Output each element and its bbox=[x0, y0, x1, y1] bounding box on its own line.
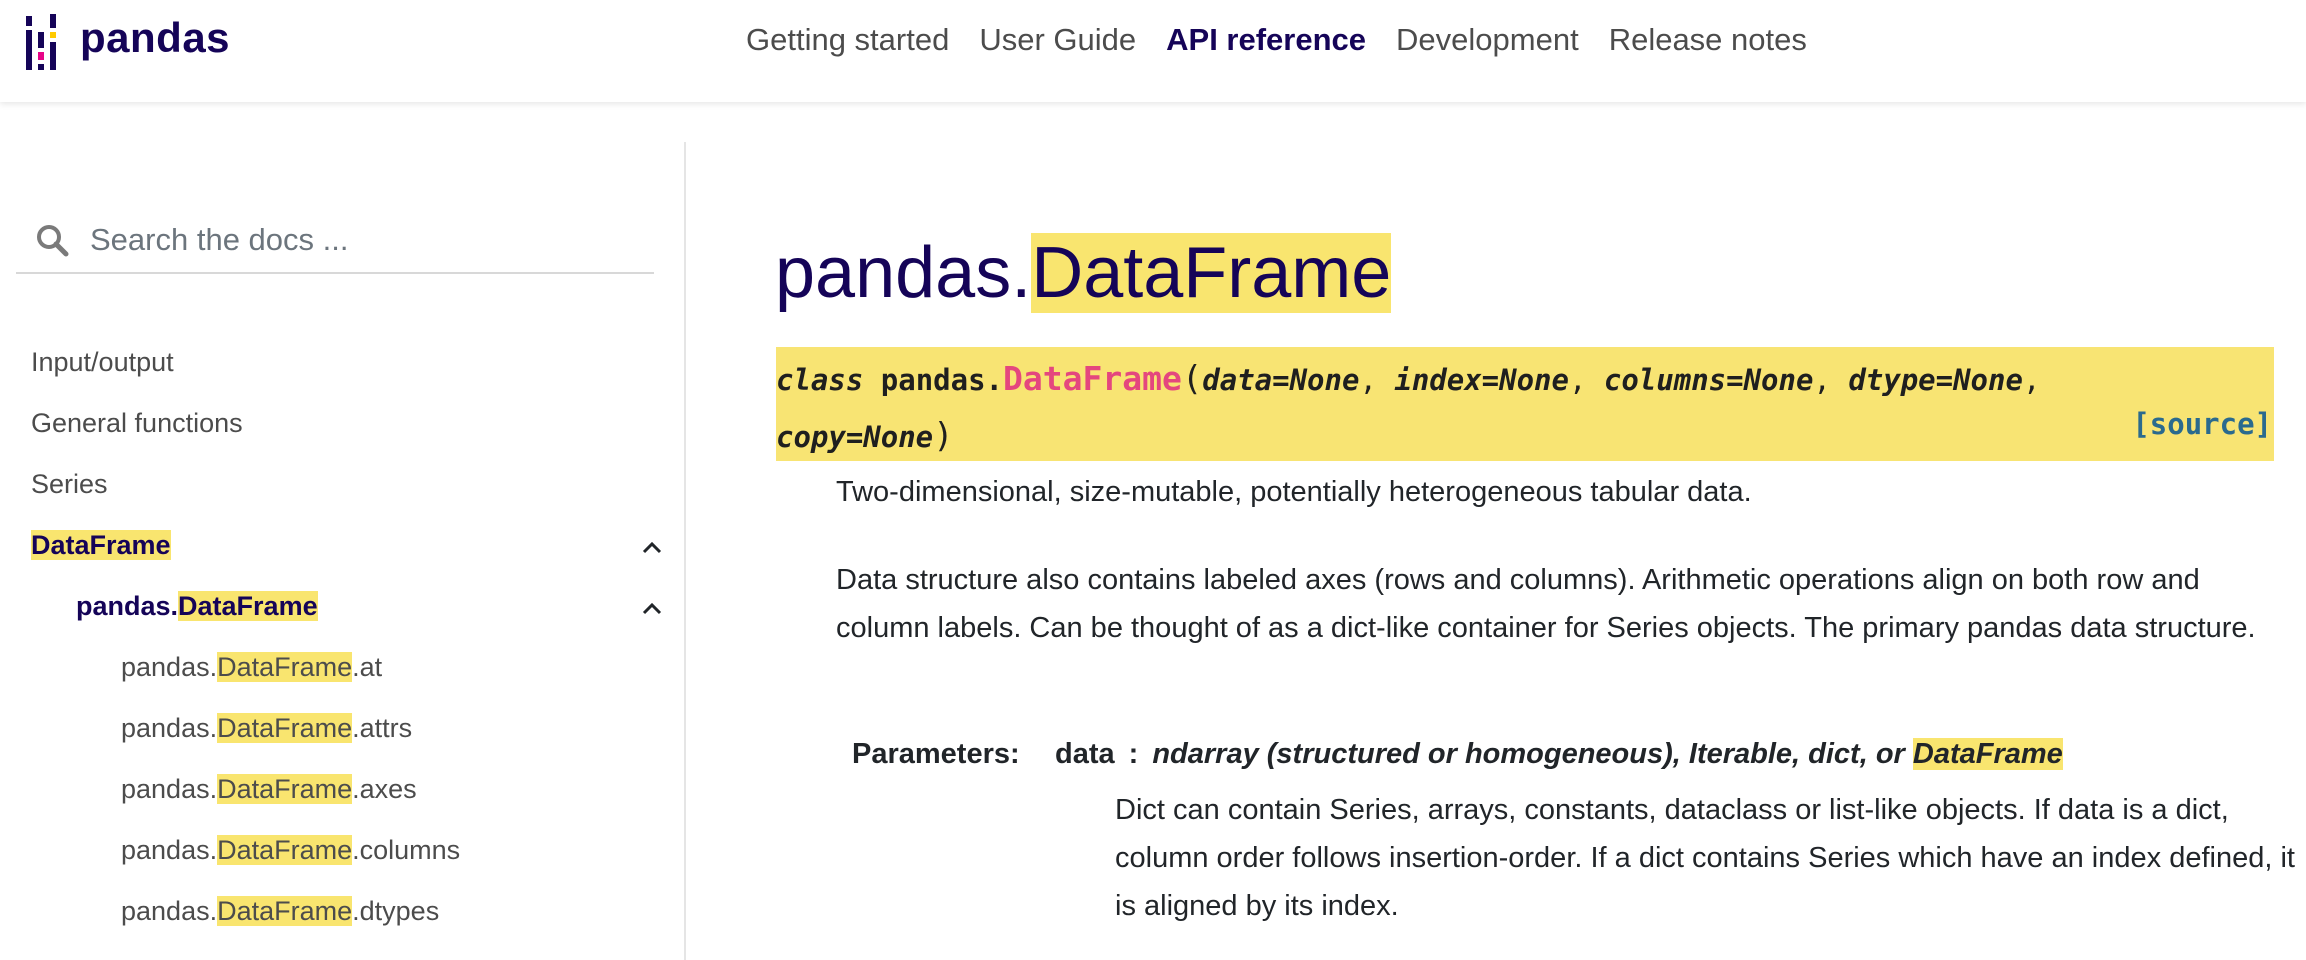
search-bar bbox=[16, 208, 654, 274]
search-icon bbox=[37, 225, 69, 257]
sidebar-item-dataframe-at[interactable]: pandas.DataFrame.at bbox=[121, 652, 382, 683]
sidebar-item-dataframe[interactable]: DataFrame bbox=[31, 530, 171, 561]
sidebar-item-suffix: .at bbox=[352, 652, 383, 682]
class-signature: class pandas.DataFrame(data=None, index=… bbox=[776, 347, 2274, 461]
nav-links: Getting started User Guide API reference… bbox=[746, 22, 1837, 58]
top-navbar: pandas Getting started User Guide API re… bbox=[0, 0, 2306, 102]
sidebar-item-highlight: DataFrame bbox=[217, 652, 353, 682]
pandas-logo-icon bbox=[26, 14, 56, 70]
sidebar-item-prefix: pandas. bbox=[121, 652, 218, 682]
param-colon: : bbox=[1128, 738, 1139, 770]
sidebar-item-prefix: pandas. bbox=[121, 713, 218, 743]
signature-param: data=None bbox=[1202, 363, 1360, 397]
sidebar-item-dataframe-columns[interactable]: pandas.DataFrame.columns bbox=[121, 835, 460, 866]
sidebar-item-suffix: .columns bbox=[352, 835, 461, 865]
sidebar-item-highlight: DataFrame bbox=[217, 835, 353, 865]
description-text: Data structure also contains labeled axe… bbox=[836, 564, 2256, 644]
sidebar-item-dataframe-axes[interactable]: pandas.DataFrame.axes bbox=[121, 774, 417, 805]
signature-module: pandas. bbox=[880, 363, 1003, 397]
summary-text: Two-dimensional, size-mutable, potential… bbox=[836, 476, 1752, 508]
param-name: data bbox=[1055, 738, 1115, 770]
sidebar-item-highlight: DataFrame bbox=[178, 591, 318, 621]
pandas-logo[interactable]: pandas bbox=[24, 12, 230, 72]
sidebar-item-highlight: DataFrame bbox=[217, 713, 353, 743]
signature-line: class pandas.DataFrame(data=None, index=… bbox=[776, 359, 2041, 399]
sidebar-item-dataframe-dtypes[interactable]: pandas.DataFrame.dtypes bbox=[121, 896, 439, 927]
nav-release-notes[interactable]: Release notes bbox=[1609, 22, 1807, 58]
sidebar-item-suffix: .axes bbox=[352, 774, 417, 804]
signature-param: columns=None bbox=[1603, 363, 1814, 397]
chevron-up-icon[interactable] bbox=[641, 540, 663, 554]
sidebar-item-general-functions[interactable]: General functions bbox=[31, 408, 243, 439]
page-title-prefix: pandas. bbox=[775, 233, 1032, 313]
param-type: ndarray (structured or homogeneous), Ite… bbox=[1152, 738, 1913, 770]
sidebar-item-suffix: .attrs bbox=[352, 713, 413, 743]
sidebar-item-prefix: pandas. bbox=[121, 896, 218, 926]
signature-keyword: class bbox=[776, 363, 864, 397]
nav-development[interactable]: Development bbox=[1396, 22, 1579, 58]
sidebar-item-prefix: pandas. bbox=[121, 774, 218, 804]
parameters-label: Parameters: bbox=[852, 738, 1020, 770]
signature-line: copy=None) bbox=[776, 416, 954, 456]
sidebar-item-prefix: pandas. bbox=[121, 835, 218, 865]
source-link[interactable]: [source] bbox=[2132, 407, 2272, 441]
sidebar-divider bbox=[684, 142, 686, 960]
sidebar-item-pandas-dataframe[interactable]: pandas.DataFrame bbox=[76, 591, 318, 622]
signature-close-paren: ) bbox=[933, 416, 954, 456]
page-title: pandas.DataFrame bbox=[775, 230, 1392, 316]
sidebar-item-highlight: DataFrame bbox=[217, 774, 353, 804]
param-data-header: data: ndarray (structured or homogeneous)… bbox=[1055, 738, 2063, 771]
signature-param: index=None bbox=[1394, 363, 1569, 397]
nav-user-guide[interactable]: User Guide bbox=[979, 22, 1136, 58]
search-input[interactable] bbox=[88, 221, 632, 259]
signature-param: dtype=None bbox=[1848, 363, 2023, 397]
sidebar-item-dataframe-attrs[interactable]: pandas.DataFrame.attrs bbox=[121, 713, 412, 744]
sidebar-item-input-output[interactable]: Input/output bbox=[31, 347, 174, 378]
signature-open-paren: ( bbox=[1181, 359, 1203, 399]
sidebar-item-suffix: .dtypes bbox=[352, 896, 440, 926]
sidebar-item-label: DataFrame bbox=[31, 530, 171, 560]
param-data-description: Dict can contain Series, arrays, constan… bbox=[1115, 794, 2295, 922]
nav-getting-started[interactable]: Getting started bbox=[746, 22, 949, 58]
logo-text: pandas bbox=[80, 14, 231, 61]
sidebar-item-series[interactable]: Series bbox=[31, 469, 108, 500]
nav-api-reference[interactable]: API reference bbox=[1166, 22, 1366, 58]
sidebar-item-prefix: pandas. bbox=[76, 591, 179, 621]
chevron-up-icon[interactable] bbox=[641, 601, 663, 615]
page-title-highlight: DataFrame bbox=[1031, 233, 1392, 313]
signature-param: copy=None bbox=[776, 420, 934, 454]
signature-class-name: DataFrame bbox=[1003, 359, 1182, 398]
param-type-link[interactable]: DataFrame bbox=[1912, 738, 2063, 770]
sidebar-item-highlight: DataFrame bbox=[217, 896, 353, 926]
